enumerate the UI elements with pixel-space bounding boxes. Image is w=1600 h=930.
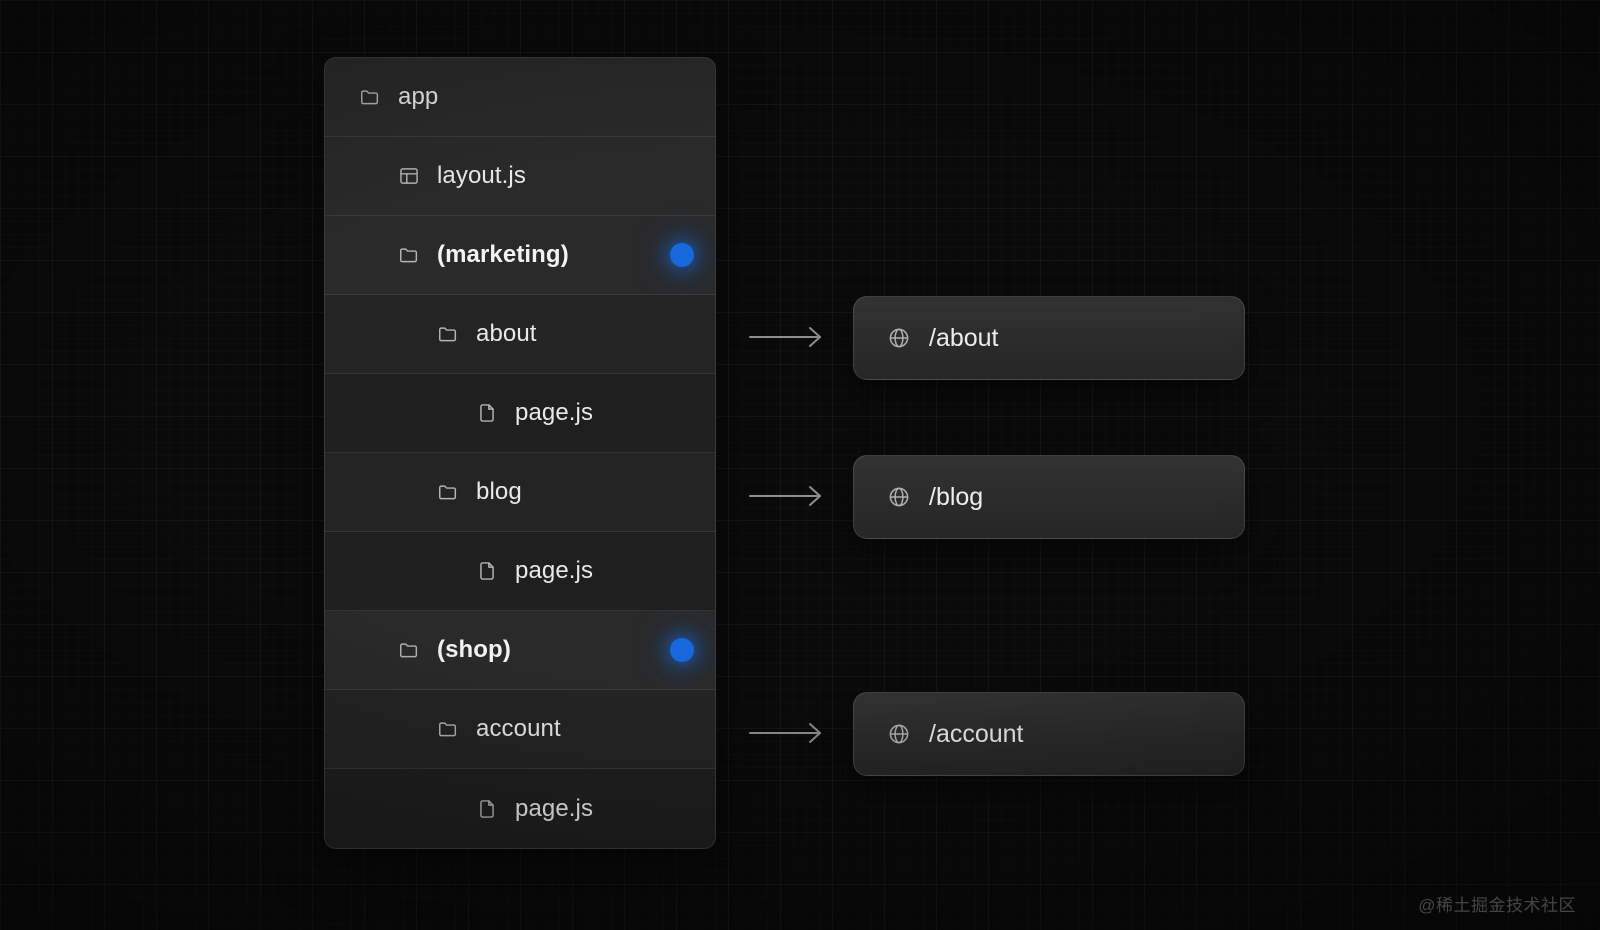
globe-icon: [887, 485, 911, 509]
tree-row-label: about: [476, 320, 537, 347]
route-card-account[interactable]: /account: [853, 692, 1245, 776]
tree-row-label: account: [476, 715, 561, 742]
tree-row-layout-js[interactable]: layout.js: [325, 137, 715, 216]
folder-icon: [437, 481, 459, 503]
route-card-about[interactable]: /about: [853, 296, 1245, 380]
tree-row-shop[interactable]: (shop): [325, 611, 715, 690]
route-card-blog[interactable]: /blog: [853, 455, 1245, 539]
layout-icon: [398, 165, 420, 187]
tree-row-page-js[interactable]: page.js: [325, 374, 715, 453]
tree-row-label: page.js: [515, 794, 594, 822]
folder-icon: [398, 244, 420, 266]
tree-row-label: page.js: [515, 399, 594, 426]
arrow-right-icon: [748, 325, 828, 349]
file-tree-panel: app layout.js (marketing) about page.js blog p…: [324, 57, 716, 849]
route-group-indicator-dot: [670, 638, 694, 662]
tree-row-app[interactable]: app: [325, 58, 715, 137]
folder-icon: [437, 718, 459, 740]
arrow-right-icon: [748, 484, 828, 508]
folder-icon: [437, 323, 459, 345]
tree-row-page-js[interactable]: page.js: [325, 532, 715, 611]
tree-row-label: app: [398, 83, 439, 110]
tree-row-label: (shop): [437, 636, 511, 663]
tree-row-page-js[interactable]: page.js: [325, 769, 715, 848]
tree-row-marketing[interactable]: (marketing): [325, 216, 715, 295]
folder-icon: [398, 639, 420, 661]
globe-icon: [887, 326, 911, 350]
route-path-label: /blog: [929, 482, 984, 511]
vignette-overlay: [0, 0, 1600, 930]
tree-row-label: blog: [476, 478, 522, 505]
diagram-canvas: app layout.js (marketing) about page.js blog p…: [0, 0, 1600, 930]
globe-icon: [887, 722, 911, 746]
tree-row-blog[interactable]: blog: [325, 453, 715, 532]
folder-icon: [359, 86, 381, 108]
tree-row-about[interactable]: about: [325, 295, 715, 374]
route-group-indicator-dot: [670, 243, 694, 267]
route-path-label: /about: [929, 323, 999, 352]
watermark: @稀土掘金技术社区: [1418, 896, 1576, 915]
file-icon: [476, 402, 498, 424]
file-icon: [476, 560, 498, 582]
tree-row-label: page.js: [515, 557, 594, 584]
tree-row-label: (marketing): [437, 241, 569, 268]
file-icon: [476, 798, 498, 820]
route-path-label: /account: [929, 719, 1024, 748]
tree-row-account[interactable]: account: [325, 690, 715, 769]
tree-row-label: layout.js: [437, 162, 526, 189]
arrow-right-icon: [748, 721, 828, 745]
